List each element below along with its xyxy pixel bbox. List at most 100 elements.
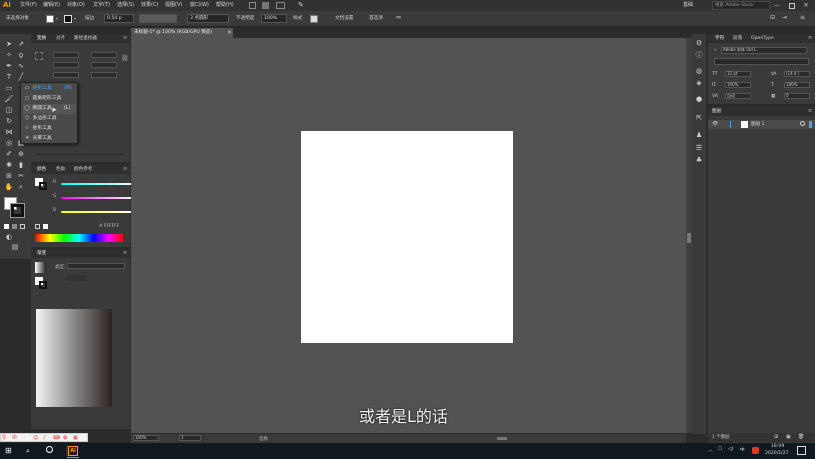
leading-field[interactable]: (14.4 ): [784, 71, 810, 77]
gradient-mode-icon[interactable]: [12, 224, 17, 229]
fill-swatch[interactable]: [46, 15, 54, 23]
color-spectrum[interactable]: [35, 234, 123, 242]
width-field[interactable]: [91, 52, 117, 58]
tray-sogou-icon[interactable]: [752, 447, 759, 454]
target-icon[interactable]: [800, 121, 805, 126]
taskbar-time[interactable]: 18:09: [771, 444, 784, 449]
windows-start-icon[interactable]: ⊞: [5, 446, 12, 456]
link-icon[interactable]: ⛓: [121, 55, 129, 62]
g-slider[interactable]: [61, 197, 136, 199]
ime-skin-icon[interactable]: ✿: [63, 434, 67, 442]
close-icon[interactable]: ×: [227, 28, 232, 38]
maximize-icon[interactable]: [789, 3, 795, 9]
menu-file[interactable]: 文件(F): [20, 0, 37, 11]
shear-field[interactable]: [91, 72, 117, 78]
workspace-switcher[interactable]: 基础: [683, 0, 693, 11]
brush-icon[interactable]: ✎: [298, 1, 304, 10]
menu-icon[interactable]: ≡: [800, 14, 805, 21]
chevron-down-icon[interactable]: ▾: [56, 16, 58, 21]
shape-builder-tool-icon[interactable]: ◎: [4, 139, 14, 148]
type-tool-icon[interactable]: T: [4, 73, 14, 82]
hand-tool-icon[interactable]: ✋: [4, 183, 14, 192]
none-mode-icon[interactable]: [20, 224, 25, 229]
menu-object[interactable]: 对象(O): [67, 0, 85, 11]
ime-tools-icon[interactable]: ▦: [73, 434, 78, 442]
ime-voice-icon[interactable]: ♪: [43, 434, 46, 442]
font-family-field[interactable]: Adobe 宋体 Std L: [721, 47, 807, 54]
tab-gradient[interactable]: 渐变: [37, 250, 46, 257]
font-style-field[interactable]: [714, 58, 809, 65]
flyout-star-tool[interactable]: ☆ 星形工具: [23, 124, 76, 134]
libraries-icon[interactable]: ♣: [694, 156, 704, 165]
tray-volume-icon[interactable]: ◁): [728, 447, 733, 452]
stroke-gradient-buttons[interactable]: [67, 275, 87, 281]
height-field[interactable]: [91, 62, 117, 68]
tab-opentype[interactable]: OpenType: [751, 35, 774, 42]
swatches-icon[interactable]: ◈: [694, 79, 704, 88]
appearance-icon[interactable]: ●: [694, 95, 704, 104]
gradient-stroke-preview[interactable]: [39, 281, 47, 289]
kerning-field[interactable]: 自动: [725, 93, 751, 99]
vertical-scale-field[interactable]: 100%: [725, 82, 751, 88]
close-icon[interactable]: ×: [803, 0, 809, 11]
paintbrush-tool-icon[interactable]: 🖌: [4, 95, 14, 104]
reference-point-icon[interactable]: [35, 52, 43, 60]
selection-tool-icon[interactable]: ➤: [4, 40, 14, 49]
menu-type[interactable]: 文字(T): [93, 0, 110, 11]
screen-mode-icon[interactable]: ▤: [10, 243, 20, 252]
width-tool-icon[interactable]: ⋈: [4, 128, 14, 137]
stroke-swatch[interactable]: [64, 15, 72, 23]
opacity-field[interactable]: 100%: [261, 14, 287, 23]
flyout-flare-tool[interactable]: ✳ 光晕工具: [23, 134, 76, 144]
search-icon[interactable]: ⌕: [714, 47, 717, 53]
document-tab[interactable]: 未标题-1* @ 100% (RGB/GPU 预览) ×: [131, 28, 234, 38]
bridge-icon[interactable]: [249, 2, 256, 9]
line-tool-icon[interactable]: ╱: [16, 73, 26, 82]
tray-ime-icon[interactable]: 中: [740, 447, 745, 453]
new-sublayer-icon[interactable]: ⊞: [774, 434, 778, 440]
x-field[interactable]: [53, 52, 79, 58]
delete-layer-icon[interactable]: 🗑: [798, 434, 804, 440]
rectangle-tool-icon[interactable]: ▭: [4, 84, 14, 93]
arrange-docs-icon[interactable]: [276, 2, 285, 9]
r-slider[interactable]: [61, 183, 136, 185]
tray-chevron-icon[interactable]: ︿: [708, 447, 713, 453]
symbol-sprayer-tool-icon[interactable]: ✺: [4, 161, 14, 170]
y-field[interactable]: [53, 62, 79, 68]
properties-icon[interactable]: ⚙: [694, 39, 704, 48]
layer-row[interactable]: 👁 图层 1: [708, 120, 815, 129]
minimize-icon[interactable]: —: [774, 0, 780, 11]
export-icon[interactable]: ⇱: [694, 114, 704, 123]
variable-width-field[interactable]: [139, 14, 177, 23]
zoom-tool-icon[interactable]: ⌕: [16, 183, 26, 192]
style-swatch[interactable]: [310, 15, 318, 23]
tab-swatches[interactable]: 色板: [56, 166, 65, 173]
panel-menu-icon[interactable]: ≡: [123, 250, 127, 256]
selection-indicator[interactable]: [809, 121, 812, 128]
artboard[interactable]: [301, 131, 513, 343]
tracking-field[interactable]: 0: [784, 93, 810, 99]
horizontal-scale-field[interactable]: 100%: [784, 82, 810, 88]
pen-tool-icon[interactable]: ✒: [4, 62, 14, 71]
flyout-ellipse-tool[interactable]: ◯ 椭圆工具 (L): [23, 104, 76, 114]
rotate-tool-icon[interactable]: ↻: [4, 117, 14, 126]
none-swatch-icon[interactable]: [35, 224, 40, 229]
slice-tool-icon[interactable]: ✂: [16, 172, 26, 181]
panel-menu-icon[interactable]: ≡: [123, 35, 127, 41]
panel-menu-icon[interactable]: ≡: [808, 35, 812, 41]
status-mode[interactable]: 选择: [259, 436, 268, 442]
task-view-icon[interactable]: [46, 446, 53, 453]
panel-menu-icon[interactable]: ≡: [808, 108, 812, 114]
stroke-color-swatch[interactable]: [10, 203, 25, 218]
tab-layers[interactable]: 图层: [712, 108, 721, 115]
draw-mode-icon[interactable]: ◐: [4, 233, 14, 242]
b-slider[interactable]: [61, 211, 136, 213]
gradient-slider-preview[interactable]: [36, 309, 112, 407]
notification-icon[interactable]: [797, 446, 806, 455]
curvature-tool-icon[interactable]: ∿: [16, 62, 26, 71]
horizontal-scrollbar-thumb[interactable]: [497, 437, 507, 440]
document-setup-button[interactable]: 文档设置: [335, 15, 353, 21]
illustrator-taskbar-icon[interactable]: Ai: [68, 446, 78, 456]
gradient-type-select[interactable]: [67, 263, 125, 269]
arrange-icon[interactable]: ⇔: [396, 14, 401, 21]
